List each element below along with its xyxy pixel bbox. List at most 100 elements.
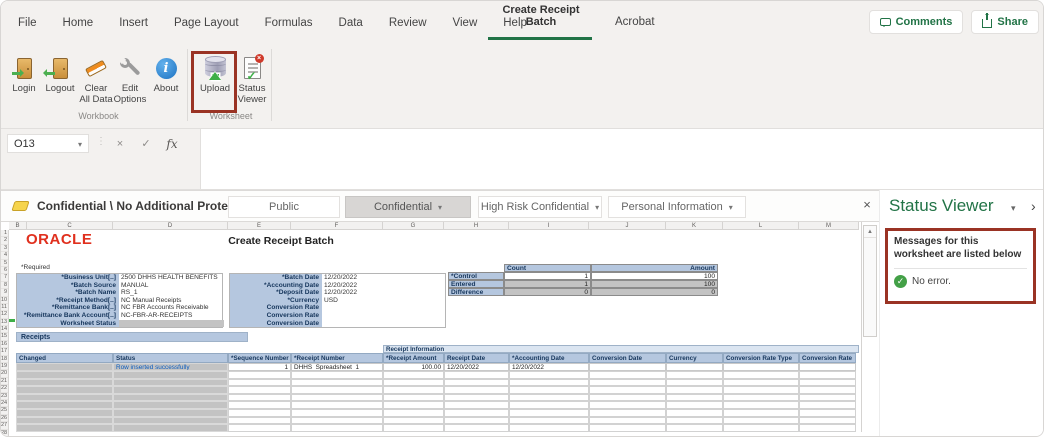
table-row[interactable] bbox=[16, 394, 861, 402]
active-tab-underline bbox=[488, 37, 592, 40]
ribbon-tab[interactable]: Home bbox=[50, 17, 107, 29]
panel-divider bbox=[879, 190, 880, 437]
conversion-date-cell[interactable] bbox=[589, 363, 666, 371]
table-row[interactable] bbox=[16, 417, 861, 425]
form-value-cell[interactable]: MANUAL bbox=[119, 282, 224, 290]
sensitivity-public-button[interactable]: Public bbox=[228, 196, 340, 218]
control-amount-cell[interactable]: 100 bbox=[591, 272, 718, 280]
tab-create-receipt-batch[interactable]: Create Receipt Batch bbox=[488, 4, 594, 28]
ribbon-tab[interactable]: Data bbox=[326, 17, 376, 29]
status-viewer-button[interactable]: ×✓ Status Viewer bbox=[231, 53, 273, 105]
column-header[interactable]: F bbox=[291, 222, 383, 230]
table-row[interactable] bbox=[16, 409, 861, 417]
control-count-cell[interactable]: 1 bbox=[504, 272, 591, 280]
sensitivity-high-risk-button[interactable]: High Risk Confidential bbox=[478, 196, 602, 218]
column-header[interactable]: G bbox=[383, 222, 444, 230]
status-text: No error. bbox=[912, 276, 951, 287]
close-icon[interactable]: × bbox=[859, 197, 875, 212]
entered-row: Entered 1 100 bbox=[448, 280, 718, 288]
about-button[interactable]: i About bbox=[145, 53, 187, 94]
batch-form-left: *Business Unit[..] 2500 DHHS HEALTH BENE… bbox=[16, 273, 223, 328]
formula-input[interactable] bbox=[200, 129, 1044, 189]
column-header[interactable]: L bbox=[723, 222, 799, 230]
sensitivity-tag-icon bbox=[11, 201, 29, 211]
name-box[interactable]: O13 bbox=[7, 134, 89, 153]
share-button[interactable]: Share bbox=[971, 10, 1039, 34]
vertical-scrollbar[interactable]: ▲ bbox=[863, 225, 877, 337]
changed-cell[interactable] bbox=[16, 363, 113, 371]
column-headers: BCDEFGHIJKLM bbox=[9, 222, 859, 230]
ribbon-tab[interactable]: File bbox=[5, 17, 50, 29]
ribbon-tab[interactable]: Review bbox=[376, 17, 440, 29]
ribbon-tab[interactable]: View bbox=[440, 17, 491, 29]
panel-title: Status Viewer bbox=[889, 196, 1009, 216]
column-header[interactable]: E bbox=[228, 222, 291, 230]
conversion-rate-type-cell[interactable] bbox=[723, 363, 799, 371]
form-value-cell[interactable]: 12/20/2022 bbox=[322, 289, 447, 297]
table-column-header: Changed bbox=[16, 353, 113, 363]
table-column-header: Status bbox=[113, 353, 228, 363]
currency-cell[interactable] bbox=[666, 363, 723, 371]
enter-button[interactable]: ✓ bbox=[135, 134, 157, 153]
sequence-number-cell[interactable]: 1 bbox=[228, 363, 291, 371]
status-viewer-panel: Status Viewer ▾ › Messages for this work… bbox=[881, 190, 1044, 437]
receipt-number-cell[interactable]: DHHS_Spreadsheet_1 bbox=[291, 363, 383, 371]
comments-button[interactable]: Comments bbox=[869, 10, 964, 34]
receipt-amount-cell[interactable]: 100.00 bbox=[383, 363, 444, 371]
table-row[interactable] bbox=[16, 424, 861, 432]
group-divider bbox=[271, 49, 272, 121]
accounting-date-cell[interactable]: 12/20/2022 bbox=[509, 363, 589, 371]
column-header[interactable]: I bbox=[509, 222, 589, 230]
ribbon-tab[interactable]: Page Layout bbox=[161, 17, 252, 29]
form-value-cell[interactable] bbox=[322, 304, 447, 312]
form-value-cell[interactable]: USD bbox=[322, 297, 447, 305]
table-column-header: *Sequence Number bbox=[228, 353, 291, 363]
form-value-cell[interactable]: NC Manual Receipts bbox=[119, 297, 224, 305]
sensitivity-confidential-button[interactable]: Confidential bbox=[345, 196, 471, 218]
form-value-cell[interactable] bbox=[119, 320, 224, 328]
form-row: *Batch Date 12/20/2022 bbox=[230, 274, 445, 282]
table-row[interactable] bbox=[16, 379, 861, 387]
row-headers[interactable]: 1234567891011121314151617181920212223242… bbox=[1, 230, 9, 437]
form-row: *Batch Source MANUAL bbox=[17, 282, 222, 290]
control-row: *Control 1 100 bbox=[448, 272, 718, 280]
comments-label: Comments bbox=[896, 16, 953, 28]
form-value-cell[interactable]: RS_1 bbox=[119, 289, 224, 297]
status-link[interactable]: Row inserted successfully bbox=[116, 364, 190, 371]
table-row[interactable] bbox=[16, 386, 861, 394]
column-header[interactable]: B bbox=[9, 222, 27, 230]
table-row[interactable] bbox=[16, 401, 861, 409]
form-value-cell[interactable]: 12/20/2022 bbox=[322, 274, 447, 282]
column-header[interactable]: M bbox=[799, 222, 859, 230]
insert-function-button[interactable]: fx bbox=[161, 134, 183, 153]
form-value-cell[interactable] bbox=[322, 320, 447, 328]
form-value-cell[interactable] bbox=[322, 312, 447, 320]
column-header[interactable]: D bbox=[113, 222, 228, 230]
sheet-right-edge bbox=[861, 222, 862, 432]
form-value-cell[interactable]: 12/20/2022 bbox=[322, 282, 447, 290]
workbook-group-label: Workbook bbox=[41, 111, 156, 121]
column-header[interactable]: H bbox=[444, 222, 509, 230]
sensitivity-personal-info-button[interactable]: Personal Information bbox=[608, 196, 746, 218]
worksheet-grid: BCDEFGHIJKLM 123456789101112131415161718… bbox=[1, 222, 879, 437]
form-label: Conversion Date bbox=[230, 320, 322, 328]
upload-button[interactable]: Upload bbox=[194, 53, 236, 94]
column-header[interactable]: K bbox=[666, 222, 723, 230]
ribbon-tab[interactable]: Insert bbox=[106, 17, 161, 29]
column-header[interactable]: J bbox=[589, 222, 666, 230]
scroll-up-icon[interactable]: ▲ bbox=[864, 226, 876, 238]
form-value-cell[interactable]: NC FBR Accounts Receivable bbox=[119, 304, 224, 312]
receipt-date-cell[interactable]: 12/20/2022 bbox=[444, 363, 509, 371]
panel-chevron-icon[interactable]: › bbox=[1031, 198, 1036, 214]
table-row[interactable] bbox=[16, 371, 861, 379]
name-box-caret-icon[interactable] bbox=[78, 138, 82, 150]
column-header[interactable]: C bbox=[27, 222, 113, 230]
form-value-cell[interactable]: NC-FBR-AR-RECEIPTS bbox=[119, 312, 224, 320]
form-value-cell[interactable]: 2500 DHHS HEALTH BENEFITS bbox=[119, 274, 224, 282]
conversion-rate-cell[interactable] bbox=[799, 363, 856, 371]
status-cell[interactable]: Row inserted successfully bbox=[113, 363, 228, 371]
cancel-button[interactable]: × bbox=[109, 134, 131, 153]
ribbon-tab[interactable]: Formulas bbox=[252, 17, 326, 29]
panel-caret-icon[interactable]: ▾ bbox=[1011, 203, 1016, 214]
tab-acrobat[interactable]: Acrobat bbox=[615, 16, 655, 28]
